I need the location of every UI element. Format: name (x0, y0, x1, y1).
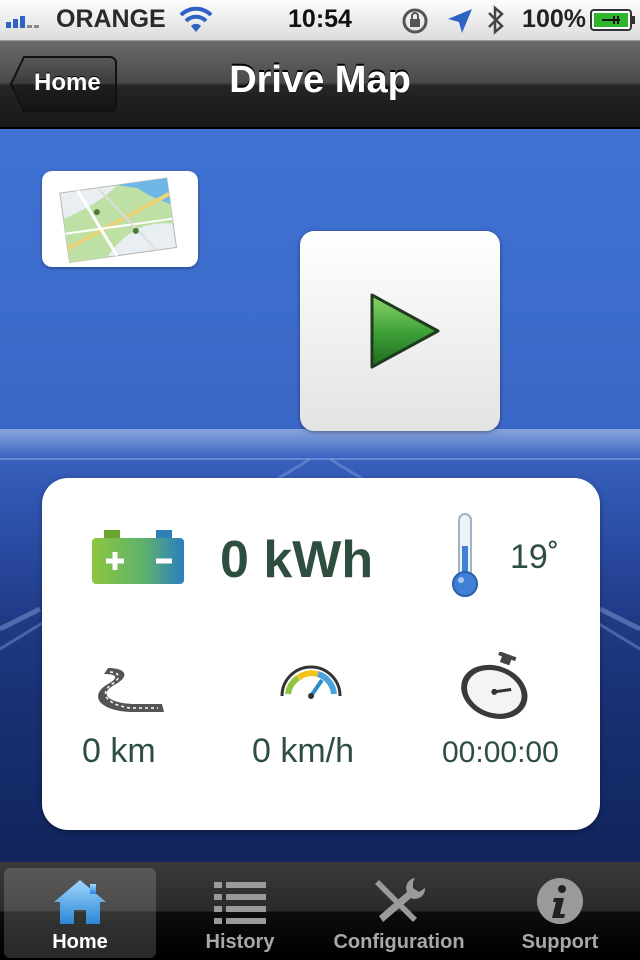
tab-home[interactable]: Home (4, 868, 156, 958)
speed-value: 0 km/h (252, 732, 355, 770)
stats-panel: 0 kWh 19˚ 0 km 0 km/h 00:00:00 (42, 478, 600, 830)
tab-configuration[interactable]: Configuration (322, 868, 476, 958)
speedometer-icon (280, 665, 342, 699)
energy-value: 0 kWh (220, 531, 374, 589)
stopwatch-icon (461, 652, 528, 719)
location-arrow-icon (448, 9, 472, 33)
battery-percent: 100% (522, 5, 586, 33)
duration-value: 00:00:00 (442, 736, 559, 769)
tab-support-label: Support (521, 931, 599, 953)
tab-support[interactable]: Support (484, 868, 636, 958)
status-bar: ORANGE 10:54 100% (0, 0, 640, 41)
battery-icon (92, 530, 184, 584)
map-button[interactable] (42, 171, 198, 267)
tab-history[interactable]: History (164, 868, 316, 958)
map-icon (59, 177, 178, 264)
list-icon (214, 882, 266, 924)
play-icon (370, 293, 440, 369)
tab-configuration-label: Configuration (333, 931, 465, 953)
main-content: 0 kWh 19˚ 0 km 0 km/h 00:00:00 (0, 129, 640, 862)
road-icon (98, 668, 164, 712)
page-title: Drive Map (229, 59, 411, 101)
tab-history-label: History (205, 931, 275, 953)
battery-charging-icon (590, 9, 635, 31)
info-icon (537, 878, 583, 924)
temperature-value: 19˚ (510, 538, 560, 576)
rotation-lock-icon (402, 8, 428, 34)
tools-icon (375, 878, 426, 922)
tab-bar: Home History Configuration Support (0, 862, 640, 960)
thermometer-icon (452, 513, 478, 597)
navigation-bar: Home Drive Map (0, 41, 640, 129)
tab-home-label: Home (52, 931, 108, 953)
distance-value: 0 km (82, 732, 156, 770)
horizon-glow (0, 429, 640, 459)
house-icon (54, 880, 106, 924)
bluetooth-icon (488, 5, 504, 35)
play-button[interactable] (300, 231, 500, 431)
